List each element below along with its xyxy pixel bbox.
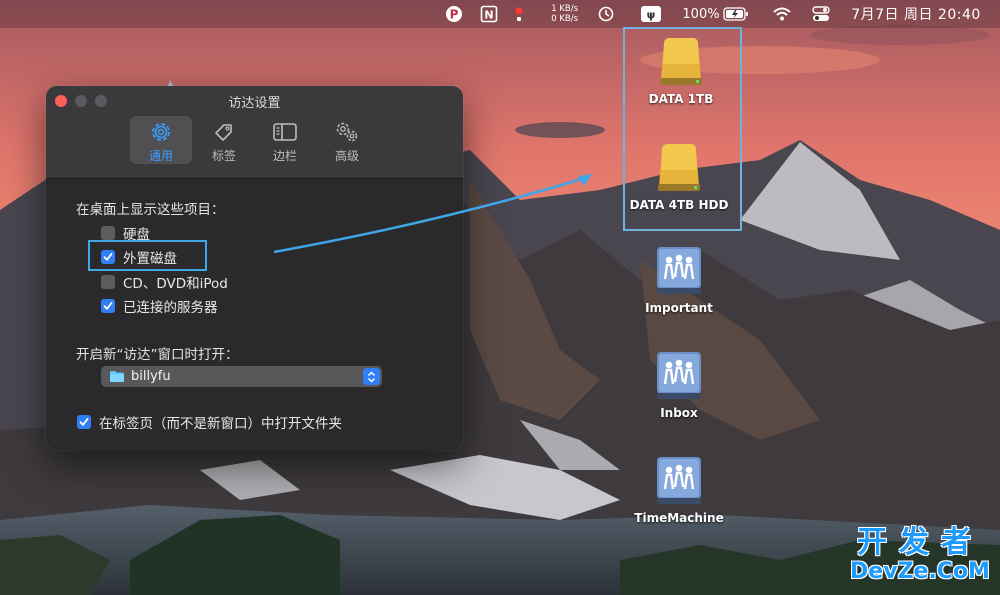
desktop-icon-label: DATA 4TB HDD [629,198,729,212]
desktop-icon-label: DATA 1TB [648,92,714,106]
server-share-icon [657,457,701,504]
desktop-icon-inbox[interactable]: Inbox [609,348,749,420]
server-share-icon [657,352,701,399]
annotation-arrow [273,174,592,254]
site-watermark: 开发者 DevZe.CoM [840,527,1000,585]
desktop-icon-data-1tb[interactable]: DATA 1TB [611,34,751,106]
desktop-icon-important[interactable]: Important [609,243,749,315]
watermark-top-text: 开发者 [857,525,983,560]
desktop-icon-label: TimeMachine [634,511,724,525]
desktop-icon-data-4tb-hdd[interactable]: DATA 4TB HDD [609,140,749,212]
desktop-icon-timemachine[interactable]: TimeMachine [609,453,749,525]
external-drive-icon [660,38,702,85]
desktop-icon-label: Important [645,301,713,315]
watermark-bottom-text: DevZe.CoM [850,559,990,584]
server-share-icon [657,247,701,294]
desktop-icon-label: Inbox [660,406,698,420]
external-drive-icon [658,144,700,191]
